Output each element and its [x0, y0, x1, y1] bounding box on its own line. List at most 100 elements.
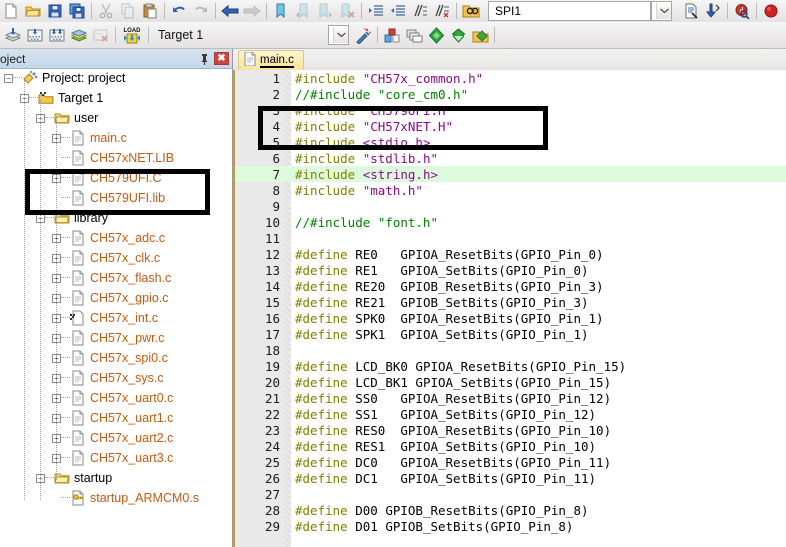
manage-rte-icon[interactable] — [447, 25, 469, 45]
new-file-icon[interactable] — [0, 1, 22, 21]
build-target-icon[interactable] — [24, 25, 46, 45]
code-line[interactable]: 5 #include <stdio.h> — [235, 134, 786, 150]
code-line[interactable]: 15 #define RE21 GPIOB_SetBits(GPIO_Pin_3) — [235, 294, 786, 310]
code-line[interactable]: 4 #include "CH57xNET.H" — [235, 118, 786, 134]
copy-icon[interactable] — [117, 1, 139, 21]
tree-item-ch57xnet-lib[interactable]: CH57xNET.LIB — [0, 148, 232, 168]
uncomment-icon[interactable] — [431, 1, 453, 21]
rebuild-icon[interactable] — [46, 25, 68, 45]
tree-item-ch57x-uart2-c[interactable]: + CH57x_uart2.c — [0, 428, 232, 448]
toggle-bookmark-icon[interactable] — [270, 1, 292, 21]
code-line[interactable]: 17 #define SPK1 GPIOA_SetBits(GPIO_Pin_1) — [235, 326, 786, 342]
next-bookmark-icon[interactable] — [314, 1, 336, 21]
navigate-back-icon[interactable] — [219, 1, 241, 21]
code-line[interactable]: 2 //#include "core_cm0.h" — [235, 86, 786, 102]
tree-item-project-project[interactable]: − Project: project — [0, 68, 232, 88]
tree-item-ch579ufi-lib[interactable]: CH579UFI.lib — [0, 188, 232, 208]
code-line[interactable]: 25 #define DC0 GPIOA_ResetBits(GPIO_Pin_1… — [235, 454, 786, 470]
tree-item-ch57x-clk-c[interactable]: + CH57x_clk.c — [0, 248, 232, 268]
tree-item-ch57x-flash-c[interactable]: + CH57x_flash.c — [0, 268, 232, 288]
tree-item-ch579ufi-c[interactable]: + CH579UFI.C — [0, 168, 232, 188]
pin-icon[interactable] — [198, 52, 211, 65]
code-line[interactable]: 22 #define SS1 GPIOA_SetBits(GPIO_Pin_12) — [235, 406, 786, 422]
code-line[interactable]: 24 #define RES1 GPIOA_SetBits(GPIO_Pin_10… — [235, 438, 786, 454]
clear-bookmarks-icon[interactable] — [336, 1, 358, 21]
save-all-icon[interactable] — [66, 1, 88, 21]
target-combo-dropdown[interactable] — [328, 25, 349, 45]
indent-icon[interactable] — [365, 1, 387, 21]
tree-item-target-1[interactable]: − Target 1 — [0, 88, 232, 108]
pack-installer-icon[interactable] — [425, 25, 447, 45]
collapse-icon[interactable]: − — [4, 73, 13, 83]
multi-project-icon[interactable] — [403, 25, 425, 45]
code-line[interactable]: 28 #define D00 GPIOB_ResetBits(GPIO_Pin_8… — [235, 502, 786, 518]
manage-components-icon[interactable] — [381, 25, 403, 45]
project-tree[interactable]: − Project: project − Target 1− user + main.c CH… — [0, 68, 232, 547]
tree-item-ch57x-int-c[interactable]: + CH57x_int.c — [0, 308, 232, 328]
tree-item-library[interactable]: − library — [0, 208, 232, 228]
find-in-files-icon[interactable] — [460, 1, 482, 21]
tree-item-user[interactable]: − user — [0, 108, 232, 128]
search-input[interactable]: SPI1 — [495, 4, 521, 18]
tree-item-ch57x-uart3-c[interactable]: + CH57x_uart3.c — [0, 448, 232, 468]
debug-search-icon[interactable]: d — [731, 1, 753, 21]
outdent-icon[interactable] — [387, 1, 409, 21]
code-line[interactable]: 6 #include "stdlib.h" — [235, 150, 786, 166]
search-combo[interactable]: SPI1 — [488, 1, 651, 21]
batch-build-icon[interactable] — [68, 25, 90, 45]
paste-icon[interactable] — [139, 1, 161, 21]
code-line[interactable]: 11 — [235, 230, 786, 246]
cut-icon[interactable] — [95, 1, 117, 21]
code-line[interactable]: 8 #include "math.h" — [235, 182, 786, 198]
stop-icon[interactable] — [760, 1, 782, 21]
code-line[interactable]: 21 #define SS0 GPIOA_ResetBits(GPIO_Pin_1… — [235, 390, 786, 406]
tree-item-ch57x-adc-c[interactable]: + CH57x_adc.c — [0, 228, 232, 248]
open-folder-icon[interactable] — [22, 1, 44, 21]
save-icon[interactable] — [44, 1, 66, 21]
go-to-definition-icon[interactable] — [702, 1, 724, 21]
chevron-down-icon[interactable] — [333, 27, 348, 43]
pack-browse-icon[interactable] — [469, 25, 491, 45]
code-line[interactable]: 23 #define RES0 GPIOA_ResetBits(GPIO_Pin_… — [235, 422, 786, 438]
prev-bookmark-icon[interactable] — [292, 1, 314, 21]
code-surface[interactable]: 1 #include "CH57x_common.h" 2 //#include "c… — [233, 70, 786, 547]
tree-item-ch57x-pwr-c[interactable]: + CH57x_pwr.c — [0, 328, 232, 348]
code-line[interactable]: 9 — [235, 198, 786, 214]
code-line[interactable]: 20 #define LCD_BK1 GPIOA_SetBits(GPIO_Pin… — [235, 374, 786, 390]
navigate-forward-icon[interactable] — [241, 1, 263, 21]
stop-build-icon[interactable] — [90, 25, 112, 45]
build-icon[interactable] — [2, 25, 24, 45]
code-line[interactable]: 16 #define SPK0 GPIOA_ResetBits(GPIO_Pin_… — [235, 310, 786, 326]
code-line[interactable]: 1 #include "CH57x_common.h" — [235, 70, 786, 86]
code-line[interactable]: 13 #define RE1 GPIOA_SetBits(GPIO_Pin_0) — [235, 262, 786, 278]
code-line[interactable]: 18 — [235, 342, 786, 358]
tree-item-main-c[interactable]: + main.c — [0, 128, 232, 148]
tree-item-ch57x-spi0-c[interactable]: + CH57x_spi0.c — [0, 348, 232, 368]
code-line[interactable]: 3 #include "CH579UFI.H" — [235, 102, 786, 118]
download-icon[interactable]: LOAD — [119, 25, 145, 45]
close-icon[interactable]: ✖ — [214, 52, 229, 65]
code-line[interactable]: 27 — [235, 486, 786, 502]
tree-item-ch57x-gpio-c[interactable]: + CH57x_gpio.c — [0, 288, 232, 308]
code-line[interactable]: 14 #define RE20 GPIOB_ResetBits(GPIO_Pin_… — [235, 278, 786, 294]
tree-item-ch57x-sys-c[interactable]: + CH57x_sys.c — [0, 368, 232, 388]
redo-icon[interactable] — [190, 1, 212, 21]
comment-icon[interactable] — [409, 1, 431, 21]
undo-icon[interactable] — [168, 1, 190, 21]
chevron-down-icon[interactable] — [656, 3, 671, 19]
tab-main-c[interactable]: main.c — [238, 50, 304, 70]
search-combo-dropdown[interactable] — [651, 1, 672, 21]
code-lines[interactable]: 1 #include "CH57x_common.h" 2 //#include "c… — [235, 70, 786, 547]
tree-item-startup[interactable]: − startup — [0, 468, 232, 488]
tree-item-ch57x-uart1-c[interactable]: + CH57x_uart1.c — [0, 408, 232, 428]
code-line[interactable]: 7 #include <string.h> — [235, 166, 786, 182]
target-options-icon[interactable] — [352, 25, 374, 45]
code-line[interactable]: 12 #define RE0 GPIOA_ResetBits(GPIO_Pin_0… — [235, 246, 786, 262]
tree-item-startup-armcm0-s[interactable]: startup_ARMCM0.s — [0, 488, 232, 508]
browse-symbol-icon[interactable] — [680, 1, 702, 21]
code-line[interactable]: 19 #define LCD_BK0 GPIOA_ResetBits(GPIO_P… — [235, 358, 786, 374]
code-line[interactable]: 26 #define DC1 GPIOA_SetBits(GPIO_Pin_11) — [235, 470, 786, 486]
code-line[interactable]: 10 //#include "font.h" — [235, 214, 786, 230]
code-line[interactable]: 29 #define D01 GPIOB_SetBits(GPIO_Pin_8) — [235, 518, 786, 534]
tree-item-ch57x-uart0-c[interactable]: + CH57x_uart0.c — [0, 388, 232, 408]
